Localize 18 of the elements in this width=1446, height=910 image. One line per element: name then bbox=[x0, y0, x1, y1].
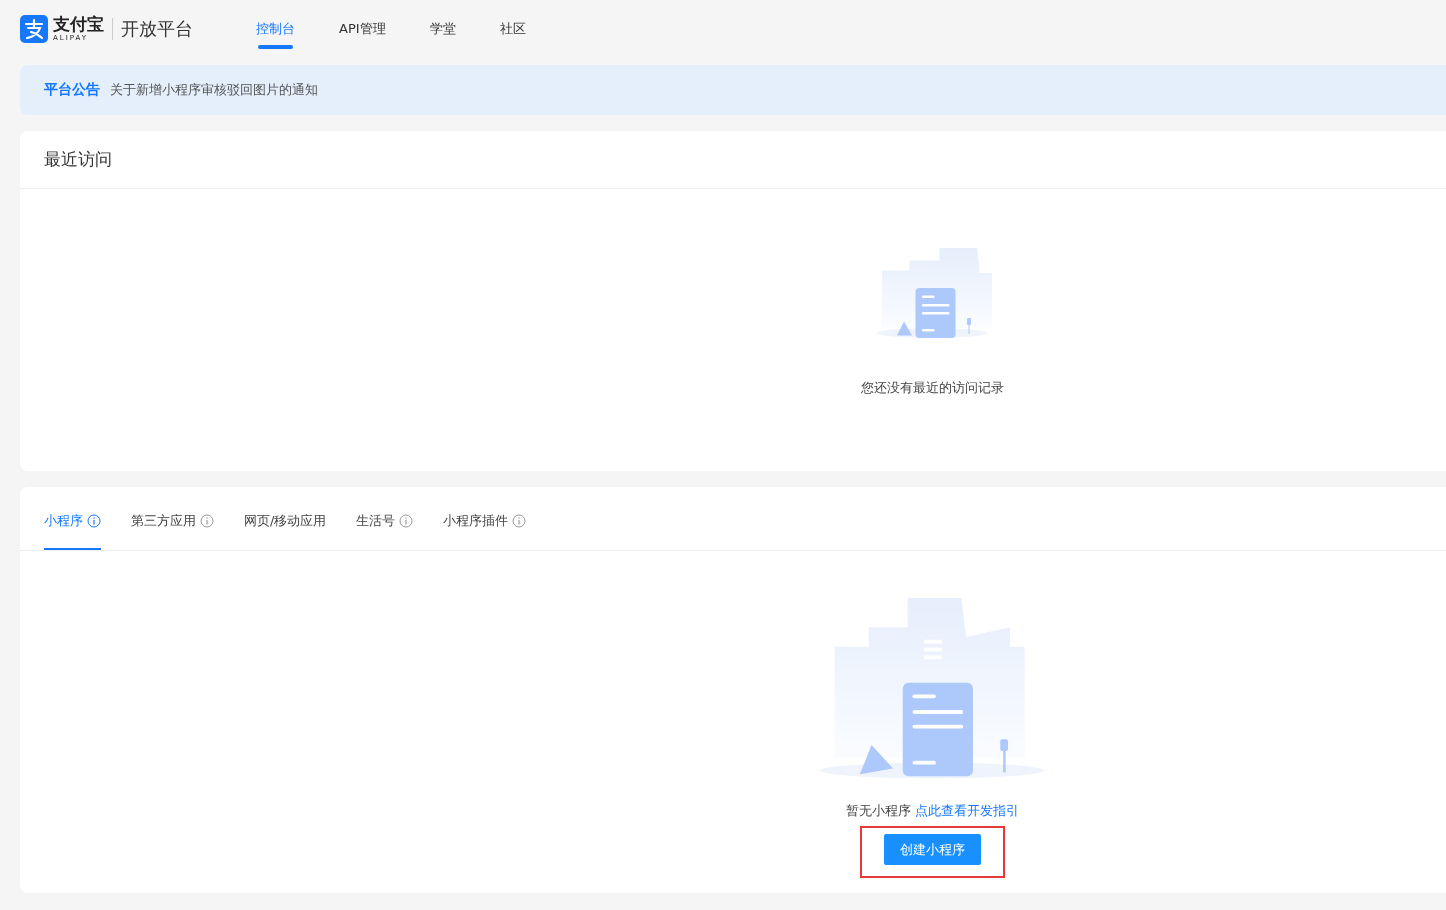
app-type-tab[interactable]: 生活号 bbox=[356, 493, 414, 550]
app-type-tab[interactable]: 第三方应用 bbox=[131, 493, 214, 550]
nav-tab[interactable]: 学堂 bbox=[429, 0, 456, 58]
notice-label: 平台公告 bbox=[44, 81, 100, 99]
app-type-tab[interactable]: 小程序 bbox=[44, 493, 101, 550]
platform-title: 开放平台 bbox=[121, 17, 193, 41]
app-type-tab[interactable]: 小程序插件 bbox=[443, 493, 527, 550]
nav-tab[interactable]: 控制台 bbox=[256, 0, 295, 58]
empty-message: 暂无小程序 bbox=[845, 802, 911, 820]
notice-link[interactable]: 关于新增小程序审核驳回图片的通知 bbox=[110, 81, 318, 99]
logo-text: 支付宝 bbox=[53, 16, 104, 33]
alipay-logo-icon bbox=[20, 15, 48, 43]
nav-tab[interactable]: API管理 bbox=[339, 0, 386, 58]
card-title: 最近访问 bbox=[44, 148, 112, 171]
guide-link[interactable]: 点此查看开发指引 bbox=[914, 802, 1019, 820]
app-type-tab[interactable]: 网页/移动应用 bbox=[244, 493, 327, 550]
nav-tab[interactable]: 社区 bbox=[499, 0, 526, 58]
empty-message: 您还没有最近的访问记录 bbox=[860, 379, 1004, 397]
